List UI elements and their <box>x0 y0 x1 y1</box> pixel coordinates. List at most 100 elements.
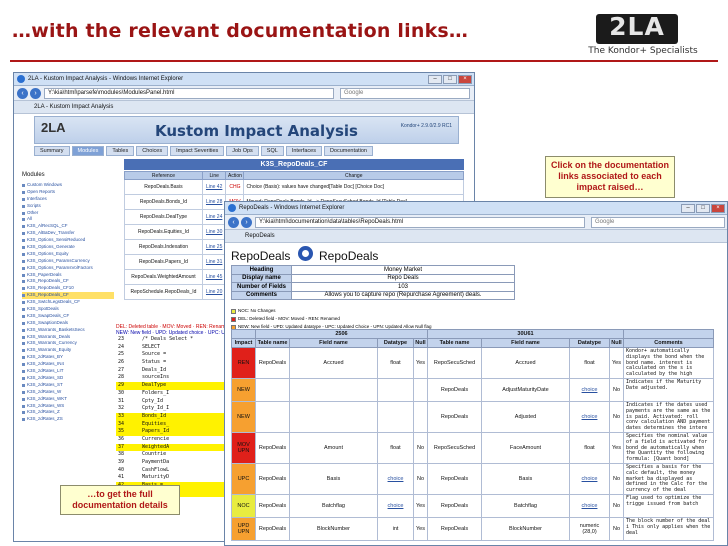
line-link[interactable]: Line 45 <box>201 269 227 285</box>
tab-sql[interactable]: SQL <box>260 146 284 156</box>
module-link[interactable]: Scripts <box>22 203 114 210</box>
module-link[interactable]: K3S_Warrants_Equity <box>22 347 114 354</box>
module-link[interactable]: K3S_Options_Generate <box>22 244 114 251</box>
tab-job-ops[interactable]: Job Ops <box>226 146 259 156</box>
tab-tables[interactable]: Tables <box>106 146 135 156</box>
module-link[interactable]: K3S_Options_SensiReduced <box>22 237 114 244</box>
url-field[interactable]: Y:\kia\html\parsefe\modules\ModulesPanel… <box>44 88 334 99</box>
maximize-button[interactable]: □ <box>443 75 457 84</box>
line-link[interactable]: Line 31 <box>201 254 227 270</box>
field-name-cell <box>289 400 378 433</box>
module-link[interactable]: K3S_zdRates_SD <box>22 375 114 382</box>
line-link[interactable]: Line 28 <box>201 194 227 210</box>
code-line: 37 WeightedA <box>116 443 226 452</box>
module-link[interactable]: K3S_zdRates_Z <box>22 409 114 416</box>
line-number: 24 <box>118 343 125 350</box>
datatype-cell[interactable]: choice <box>569 400 610 433</box>
minimize-button[interactable]: – <box>681 204 695 213</box>
code-text: MaturityD <box>142 474 170 481</box>
impact-badge: REN <box>231 347 256 379</box>
module-link[interactable]: Other <box>22 210 114 217</box>
module-link[interactable]: K3S_zdRates_LIT <box>22 368 114 375</box>
tab-documentation[interactable]: Documentation <box>323 146 373 156</box>
search-input[interactable]: Google <box>591 217 725 228</box>
module-link[interactable]: K3S_Options_ParamsCurrency <box>22 258 114 265</box>
column-header: Line <box>201 171 227 180</box>
module-link[interactable]: K3S_zdRates_IN4 <box>22 361 114 368</box>
module-link[interactable]: K3S_zdRates_ZS <box>22 416 114 423</box>
module-link[interactable]: K3S_zdRates_ST <box>22 382 114 389</box>
legend-swatch <box>231 308 236 314</box>
module-link[interactable]: K3S_SwaptionDeals <box>22 320 114 327</box>
datatype-cell[interactable]: choice <box>377 493 414 518</box>
browser-tabbar: RepoDeals <box>225 230 727 243</box>
datatype-cell[interactable]: choice <box>377 462 414 495</box>
column-header: Datatype <box>377 338 414 348</box>
module-link[interactable]: K3S_RepoDeals_CF <box>22 292 114 300</box>
line-link[interactable]: Line 20 <box>201 284 227 300</box>
code-text: SELECT <box>142 343 161 350</box>
module-link[interactable]: K3S_Options_ParamsVolFactors <box>22 265 114 272</box>
browser-tab[interactable]: 2LA - Kustom Impact Analysis <box>34 101 113 114</box>
module-link[interactable]: K3S_zdRates_WKT <box>22 396 114 403</box>
line-link[interactable]: Line 24 <box>201 209 227 225</box>
code-text: Countrie <box>142 451 167 458</box>
module-link[interactable]: Open Reports <box>22 189 114 196</box>
line-link[interactable]: Line 42 <box>201 179 227 195</box>
line-number: 35 <box>118 428 125 435</box>
minimize-button[interactable]: – <box>428 75 442 84</box>
module-link[interactable]: K3S_AlBaDev_Transfer <box>22 230 114 237</box>
code-text: sourceIns <box>142 374 170 381</box>
module-link[interactable]: K3S_zdRates_W <box>22 389 114 396</box>
table-name-cell: RepoDeals <box>427 493 482 518</box>
browser-tab[interactable]: RepoDeals <box>245 230 275 243</box>
table-row: RepoDeals.Basis Line 42 CHG Choice (Basis):… <box>124 179 464 195</box>
back-icon[interactable]: ‹ <box>228 217 239 228</box>
search-input[interactable]: Google <box>340 88 470 99</box>
module-link[interactable]: K3S_Options_Equity <box>22 251 114 258</box>
module-link[interactable]: K3S_AlRecSQL_CF <box>22 223 114 230</box>
module-link[interactable]: K3S_SwapDeals_CF <box>22 313 114 320</box>
back-icon[interactable]: ‹ <box>17 88 28 99</box>
module-link[interactable]: K3S_SpotDeals <box>22 306 114 313</box>
tab-modules[interactable]: Modules <box>71 146 105 156</box>
module-link[interactable]: K3S_RepoDeals_CF <box>22 278 114 285</box>
maximize-button[interactable]: □ <box>696 204 710 213</box>
datatype-cell[interactable]: choice <box>569 493 610 518</box>
url-field[interactable]: Y:\kia\html\documentation\data\tables\Re… <box>255 217 585 228</box>
close-button[interactable]: × <box>458 75 472 84</box>
module-link[interactable]: All <box>22 216 114 223</box>
tab-interfaces[interactable]: Interfaces <box>285 146 322 156</box>
module-link[interactable]: K3S_zdRates_BY <box>22 354 114 361</box>
line-number: 26 <box>118 359 125 366</box>
datatype-cell[interactable]: choice <box>569 462 610 495</box>
line-link[interactable]: Line 30 <box>201 224 227 240</box>
module-link[interactable]: Custom Windows <box>22 182 114 189</box>
forward-icon[interactable]: › <box>241 217 252 228</box>
forward-icon[interactable]: › <box>30 88 41 99</box>
tab-summary[interactable]: Summary <box>34 146 70 156</box>
legend-item: NOC: No Changes <box>231 307 432 315</box>
version-right: 30U61 <box>427 329 624 339</box>
module-link[interactable]: K3S_PaperDeals <box>22 272 114 279</box>
tab-impact-severities[interactable]: Impact Severities <box>170 146 225 156</box>
module-link[interactable]: K3S_zdRates_WS <box>22 403 114 410</box>
close-button[interactable]: × <box>711 204 725 213</box>
datatype-cell[interactable]: choice <box>569 377 610 402</box>
datatype-cell <box>377 377 414 402</box>
module-link[interactable]: K3S_RepoDeals_CF10 <box>22 285 114 292</box>
datatype-cell: float <box>569 431 610 464</box>
module-link[interactable]: K3S_Warrants_Deals <box>22 334 114 341</box>
module-link[interactable]: K3S_Warrants_BasketsSecs <box>22 327 114 334</box>
field-name-cell: FaceAmount <box>481 431 570 464</box>
reference-cell: RepoDeals.WeightedAmount <box>124 269 203 285</box>
browser-tabbar: 2LA - Kustom Impact Analysis <box>14 101 474 114</box>
info-value: Allows you to capture repo (Repurchase A… <box>291 290 515 300</box>
tab-choices[interactable]: Choices <box>136 146 169 156</box>
code-line: 36 Currencie <box>116 436 226 444</box>
ie-icon <box>228 204 236 212</box>
module-link[interactable]: K3S_SwtchLegsDeals_CF <box>22 299 114 306</box>
module-link[interactable]: K3S_Warrants_Currency <box>22 340 114 347</box>
line-link[interactable]: Line 25 <box>201 239 227 255</box>
module-link[interactable]: Interfaces <box>22 196 114 203</box>
